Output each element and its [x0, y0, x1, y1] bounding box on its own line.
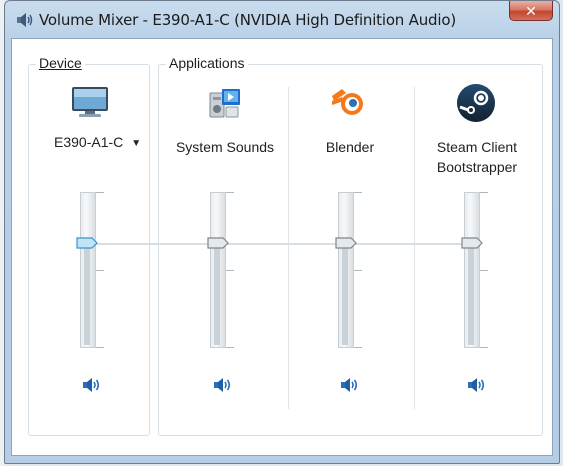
column-separator [288, 87, 289, 409]
slider-tick [96, 347, 104, 348]
applications-group-label: Applications [166, 55, 248, 71]
close-icon: ✕ [525, 4, 537, 20]
system-sounds-icon [209, 89, 240, 118]
steam-mute-button[interactable] [467, 375, 489, 395]
slider-tick [226, 347, 234, 348]
slider-tick [96, 192, 104, 193]
column-separator [414, 87, 415, 409]
slider-tick [480, 192, 488, 193]
system-sounds-mute-button[interactable] [213, 375, 235, 395]
close-button[interactable]: ✕ [509, 1, 553, 21]
device-select[interactable]: E390-A1-C ▼ [54, 134, 141, 150]
mixer-client-area: Device Applications E390-A1-C ▼ System S… [11, 38, 553, 456]
slider-tick [226, 192, 234, 193]
system-sounds-volume-slider[interactable] [210, 192, 226, 348]
title-bar[interactable]: Volume Mixer - E390-A1-C (NVIDIA High De… [5, 1, 559, 39]
slider-tick [226, 270, 234, 271]
slider-fill [468, 247, 474, 345]
app-name-blender: Blender [325, 139, 375, 155]
steam-icon [457, 84, 495, 122]
app-name-steam: Steam Client Bootstrapper [417, 137, 537, 177]
system-sounds-volume-thumb[interactable] [207, 237, 229, 249]
app-name-system-sounds: System Sounds [175, 139, 275, 155]
volume-mixer-window: Volume Mixer - E390-A1-C (NVIDIA High De… [4, 0, 560, 464]
volume-link-line [92, 243, 474, 245]
steam-volume-thumb[interactable] [461, 237, 483, 249]
slider-tick [354, 192, 362, 193]
speaker-icon [341, 378, 358, 392]
steam-volume-slider[interactable] [464, 192, 480, 348]
device-mute-button[interactable] [82, 375, 104, 395]
device-volume-slider[interactable] [80, 192, 96, 348]
slider-tick [354, 347, 362, 348]
slider-fill [214, 247, 220, 345]
device-volume-thumb[interactable] [76, 237, 98, 249]
window-title: Volume Mixer - E390-A1-C (NVIDIA High De… [39, 11, 456, 29]
speaker-icon [214, 378, 231, 392]
blender-volume-slider[interactable] [338, 192, 354, 348]
blender-mute-button[interactable] [340, 375, 362, 395]
speaker-icon [468, 378, 485, 392]
monitor-icon [72, 87, 108, 117]
slider-tick [354, 270, 362, 271]
slider-tick [480, 270, 488, 271]
app-speaker-icon [17, 13, 33, 27]
slider-fill [84, 247, 90, 345]
slider-tick [480, 347, 488, 348]
slider-fill [342, 247, 348, 345]
app-name-steam-line2: Bootstrapper [436, 159, 518, 175]
blender-volume-thumb[interactable] [335, 237, 357, 249]
device-select-value: E390-A1-C [54, 134, 124, 150]
slider-tick [96, 270, 104, 271]
speaker-icon [83, 378, 100, 392]
chevron-down-icon: ▼ [131, 138, 142, 149]
blender-icon [332, 89, 363, 115]
app-name-steam-line1: Steam Client [436, 139, 518, 155]
device-group-label: Device [36, 55, 85, 71]
